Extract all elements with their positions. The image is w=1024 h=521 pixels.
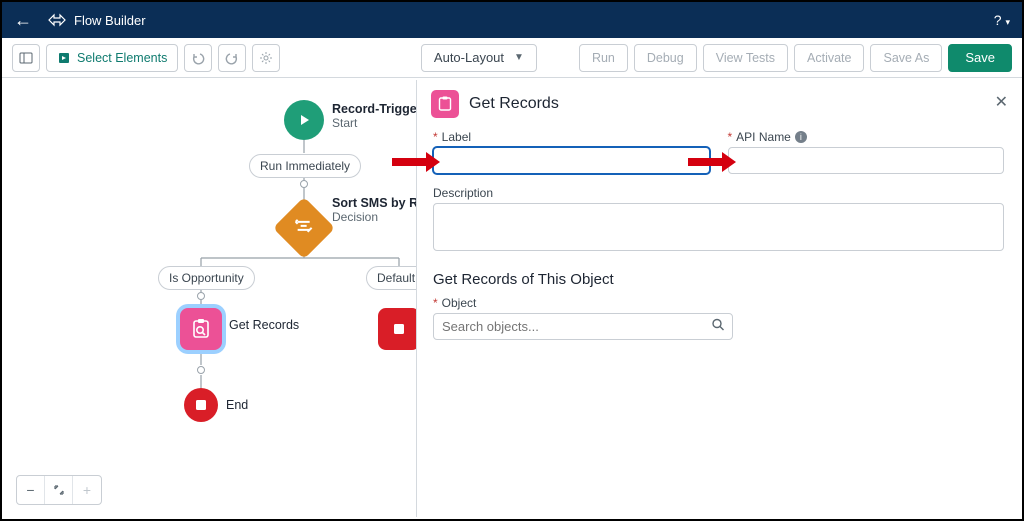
add-node-connector-end[interactable] (197, 366, 205, 374)
start-subtitle: Start (332, 116, 429, 130)
section-title: Get Records of This Object (433, 271, 1004, 288)
panel-icon (431, 90, 459, 118)
undo-button[interactable] (184, 44, 212, 72)
panel-title: Get Records (469, 95, 559, 113)
object-search-input[interactable] (433, 313, 733, 340)
debug-button[interactable]: Debug (634, 44, 697, 72)
get-records-node[interactable] (180, 308, 222, 350)
redo-button[interactable] (218, 44, 246, 72)
select-elements-button[interactable]: Select Elements (46, 44, 178, 72)
toolbar: Select Elements Auto-Layout ▼ Run Debug … (2, 38, 1022, 78)
back-arrow-icon[interactable]: ← (14, 10, 32, 31)
description-field-label: Description (433, 186, 493, 200)
get-records-icon (180, 308, 222, 350)
description-input[interactable] (433, 203, 1004, 251)
auto-layout-label: Auto-Layout (434, 50, 504, 65)
stop-icon (184, 388, 218, 422)
run-button[interactable]: Run (579, 44, 628, 72)
add-node-connector[interactable] (300, 180, 308, 188)
branch-is-opportunity[interactable]: Is Opportunity (158, 266, 255, 290)
chevron-down-icon: ▼ (514, 52, 524, 63)
api-name-input[interactable] (728, 147, 1005, 174)
default-node-icon (378, 308, 420, 350)
top-bar: ← Flow Builder ? ▾ (2, 2, 1022, 38)
flow-builder-label: Flow Builder (74, 13, 146, 28)
play-icon (284, 100, 324, 140)
toggle-panel-button[interactable] (12, 44, 40, 72)
save-button[interactable]: Save (948, 44, 1012, 72)
help-button[interactable]: ? ▾ (994, 12, 1010, 28)
auto-layout-dropdown[interactable]: Auto-Layout ▼ (421, 44, 537, 72)
end-node[interactable] (184, 388, 218, 422)
start-node[interactable] (284, 100, 324, 140)
select-elements-label: Select Elements (77, 51, 167, 65)
zoom-in-button: + (73, 476, 101, 504)
default-node[interactable] (378, 308, 420, 350)
run-immediately-pill[interactable]: Run Immediately (249, 154, 361, 178)
add-node-connector-left[interactable] (197, 292, 205, 300)
settings-button[interactable] (252, 44, 280, 72)
zoom-controls: − + (16, 475, 102, 505)
zoom-out-button[interactable]: − (17, 476, 45, 504)
properties-panel: Get Records ✕ *Label *API Name i Descrip… (416, 80, 1020, 517)
object-field-label: Object (442, 296, 477, 310)
view-tests-button[interactable]: View Tests (703, 44, 788, 72)
end-label: End (226, 398, 248, 412)
decision-icon (294, 216, 314, 241)
label-input[interactable] (433, 147, 710, 174)
get-records-label: Get Records (229, 318, 299, 332)
label-field-label: Label (442, 130, 471, 144)
close-panel-button[interactable]: ✕ (995, 92, 1008, 112)
info-icon[interactable]: i (795, 131, 807, 143)
api-name-field-label: API Name (736, 130, 791, 144)
decision-node[interactable] (282, 206, 326, 250)
flow-builder-title: Flow Builder (48, 13, 146, 28)
save-as-button[interactable]: Save As (870, 44, 942, 72)
start-title: Record-Triggere (332, 102, 429, 116)
search-icon (711, 317, 725, 336)
zoom-fit-button[interactable] (45, 476, 73, 504)
activate-button[interactable]: Activate (794, 44, 864, 72)
flow-builder-icon (48, 13, 66, 27)
